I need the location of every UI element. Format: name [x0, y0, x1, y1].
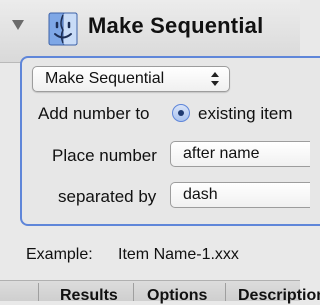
tab-options[interactable]: Options — [147, 287, 207, 305]
tab-description[interactable]: Description — [238, 287, 320, 305]
disclosure-triangle-icon[interactable] — [12, 20, 24, 30]
place-number-value: after name — [183, 145, 260, 162]
place-number-label: Place number — [52, 146, 157, 165]
action-header: Make Sequential — [0, 0, 300, 63]
add-number-label: Add number to — [38, 104, 150, 123]
tab-results[interactable]: Results — [60, 287, 118, 305]
separated-by-select[interactable]: dash — [170, 182, 310, 208]
existing-item-radio-label: existing item — [198, 104, 293, 123]
example-label: Example: — [26, 246, 93, 263]
tab-separator — [133, 283, 134, 301]
action-tab-bar: Results Options Description — [0, 280, 320, 304]
separated-by-label: separated by — [58, 187, 157, 206]
separated-by-value: dash — [183, 186, 218, 203]
place-number-select[interactable]: after name — [170, 141, 310, 167]
existing-item-radio[interactable] — [172, 104, 190, 122]
action-title: Make Sequential — [88, 13, 264, 38]
tab-separator — [38, 283, 39, 301]
finder-icon — [48, 12, 78, 46]
mode-popup-label: Make Sequential — [45, 70, 165, 87]
tab-separator — [225, 283, 226, 301]
up-down-arrows-icon — [209, 70, 221, 88]
example-value: Item Name-1.xxx — [118, 246, 239, 263]
mode-popup[interactable]: Make Sequential — [32, 66, 230, 92]
